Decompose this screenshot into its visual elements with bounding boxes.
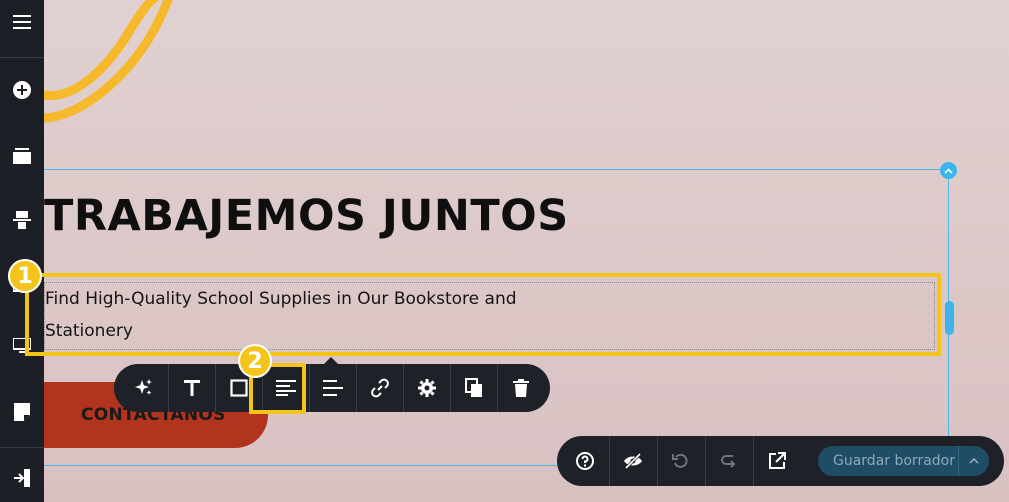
ai-magic-icon[interactable] — [120, 364, 167, 412]
align-options-icon[interactable] — [309, 364, 356, 412]
delete-icon[interactable] — [497, 364, 544, 412]
text-type-icon[interactable] — [168, 364, 215, 412]
step-badge-2: 2 — [238, 344, 272, 378]
exit-icon[interactable] — [0, 458, 44, 498]
menu-icon[interactable] — [0, 2, 44, 42]
sections-icon[interactable] — [0, 136, 44, 176]
highlight-text-block — [25, 273, 941, 356]
decorative-scribble — [44, 0, 174, 123]
add-icon[interactable] — [0, 70, 44, 110]
text-toolbar — [114, 364, 550, 412]
settings-gear-icon[interactable] — [403, 364, 450, 412]
redo-icon[interactable] — [705, 436, 753, 486]
undo-icon[interactable] — [657, 436, 705, 486]
hide-eye-icon[interactable] — [609, 436, 657, 486]
step-badge-1: 1 — [8, 259, 42, 293]
save-draft-label: Guardar borrador — [833, 453, 955, 469]
chevron-up-icon[interactable] — [958, 446, 989, 476]
pages-icon[interactable] — [0, 392, 44, 432]
duplicate-icon[interactable] — [450, 364, 497, 412]
editor-bottom-bar: Guardar borrador — [557, 436, 1004, 486]
sidebar-divider — [0, 57, 44, 58]
section-resize-handle[interactable] — [945, 301, 954, 335]
sidebar-divider — [0, 447, 44, 448]
section-collapse-handle[interactable] — [940, 162, 957, 179]
help-icon[interactable] — [561, 436, 609, 486]
open-external-icon[interactable] — [753, 436, 801, 486]
layout-icon[interactable] — [0, 200, 44, 240]
save-draft-button[interactable]: Guardar borrador — [818, 446, 989, 476]
link-icon[interactable] — [356, 364, 403, 412]
editor-sidebar — [0, 0, 44, 502]
section-heading[interactable]: TRABAJEMOS JUNTOS — [44, 191, 569, 241]
